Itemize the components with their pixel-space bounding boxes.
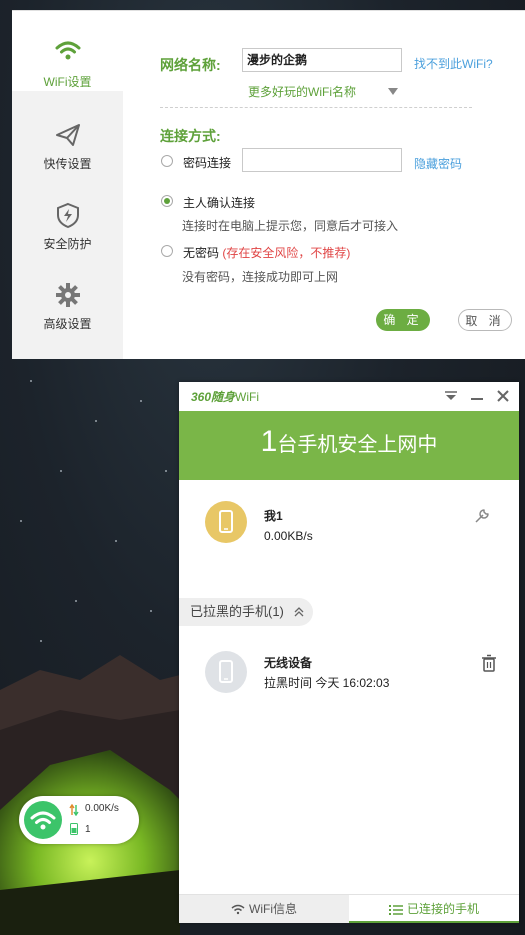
- wifi-icon: [30, 811, 56, 830]
- more-wifi-names-link[interactable]: 更多好玩的WiFi名称: [248, 83, 356, 100]
- phone-icon: [219, 510, 233, 533]
- connected-count: 1: [260, 425, 278, 458]
- list-icon: [388, 904, 403, 915]
- password-connect-radio[interactable]: [161, 155, 173, 167]
- password-connect-label: 密码连接: [183, 156, 232, 170]
- phone-icon: [219, 660, 233, 683]
- confirm-button[interactable]: 确 定: [376, 309, 430, 331]
- no-password-warning: (存在安全风险，不推荐): [222, 246, 351, 260]
- blocked-time: 拉黑时间 今天 16:02:03: [264, 676, 390, 690]
- sidebar-item-label: 快传设置: [43, 157, 92, 171]
- owner-confirm-label: 主人确认连接: [183, 196, 256, 210]
- tab-label: 已连接的手机: [406, 902, 479, 916]
- owner-confirm-radio[interactable]: [161, 195, 173, 207]
- form-divider: [160, 107, 472, 108]
- wifi-device-panel: 360随身WiFi 1台手机安全上网中 我1 0.00KB/s 已拉黑的手机(1…: [179, 382, 519, 923]
- dropdown-arrow-icon[interactable]: [388, 88, 398, 96]
- floating-wifi-widget[interactable]: 0.00K/s 1: [19, 796, 139, 844]
- device-speed: 0.00KB/s: [264, 529, 313, 543]
- wifi-settings-dialog: WiFi设置 快传设置 安全防护 高级设置 网络名称: 漫步的企鹅 找不到此Wi…: [12, 10, 525, 359]
- menu-dropdown-icon[interactable]: [443, 388, 459, 404]
- sidebar-item-wifi-settings[interactable]: WiFi设置: [12, 11, 123, 91]
- paper-plane-icon: [56, 124, 80, 146]
- active-nav-pointer: [113, 49, 123, 69]
- close-icon[interactable]: [495, 388, 511, 404]
- brand-suffix: WiFi: [235, 390, 260, 404]
- blocked-phones-toggle[interactable]: 已拉黑的手机(1): [179, 598, 313, 626]
- device-avatar: [205, 651, 247, 693]
- sidebar-item-transfer-settings[interactable]: 快传设置: [12, 93, 123, 173]
- brand-name: 360随身: [191, 390, 236, 404]
- device-name: 无线设备: [264, 656, 313, 670]
- owner-confirm-hint: 连接时在电脑上提示您，同意后才可接入: [182, 219, 399, 233]
- connected-count-text: 台手机安全上网中: [277, 434, 438, 456]
- no-password-radio[interactable]: [161, 245, 173, 257]
- panel-titlebar: 360随身WiFi: [179, 382, 519, 411]
- panel-bottom-tabs: WiFi信息 已连接的手机: [179, 894, 519, 923]
- wifi-icon: [55, 41, 81, 60]
- no-password-text: 无密码: [183, 246, 220, 260]
- connected-count-header: 1台手机安全上网中: [179, 411, 519, 480]
- minimize-icon[interactable]: [469, 388, 485, 404]
- no-password-hint: 没有密码，连接成功即可上网: [182, 270, 339, 284]
- widget-device-count: 1: [85, 824, 91, 835]
- device-avatar: [205, 501, 247, 543]
- password-input[interactable]: [242, 148, 402, 172]
- connect-mode-label: 连接方式:: [160, 128, 221, 144]
- transfer-arrows-icon: [69, 804, 79, 816]
- chevron-up-icon: [294, 607, 304, 617]
- widget-wifi-badge: [24, 801, 62, 839]
- sidebar-item-advanced[interactable]: 高级设置: [12, 253, 123, 333]
- sidebar-item-label: 安全防护: [43, 237, 92, 251]
- wifi-icon: [231, 905, 245, 915]
- hide-password-link[interactable]: 隐藏密码: [414, 155, 462, 172]
- network-name-input[interactable]: 漫步的企鹅: [242, 48, 402, 72]
- phone-icon: [70, 823, 78, 835]
- sidebar-item-label: 高级设置: [43, 317, 92, 331]
- tab-label: WiFi信息: [249, 902, 297, 916]
- network-name-label: 网络名称:: [160, 57, 221, 73]
- blocked-phones-label: 已拉黑的手机(1): [190, 604, 284, 619]
- cancel-button[interactable]: 取 消: [458, 309, 512, 331]
- sidebar-item-security[interactable]: 安全防护: [12, 173, 123, 253]
- no-password-label: 无密码 (存在安全风险，不推荐): [183, 244, 350, 261]
- shield-icon: [57, 202, 79, 229]
- sidebar-item-label: WiFi设置: [43, 75, 92, 89]
- cant-find-wifi-link[interactable]: 找不到此WiFi?: [414, 55, 493, 72]
- gear-icon: [56, 283, 80, 307]
- app-brand: 360随身WiFi: [191, 388, 259, 405]
- device-name: 我1: [264, 509, 283, 523]
- widget-speed: 0.00K/s: [85, 803, 119, 814]
- settings-sidebar: WiFi设置 快传设置 安全防护 高级设置: [12, 11, 123, 359]
- tab-wifi-info[interactable]: WiFi信息: [179, 895, 349, 923]
- tab-connected-phones[interactable]: 已连接的手机: [349, 895, 519, 923]
- wrench-icon[interactable]: [473, 507, 491, 525]
- trash-icon[interactable]: [481, 654, 497, 672]
